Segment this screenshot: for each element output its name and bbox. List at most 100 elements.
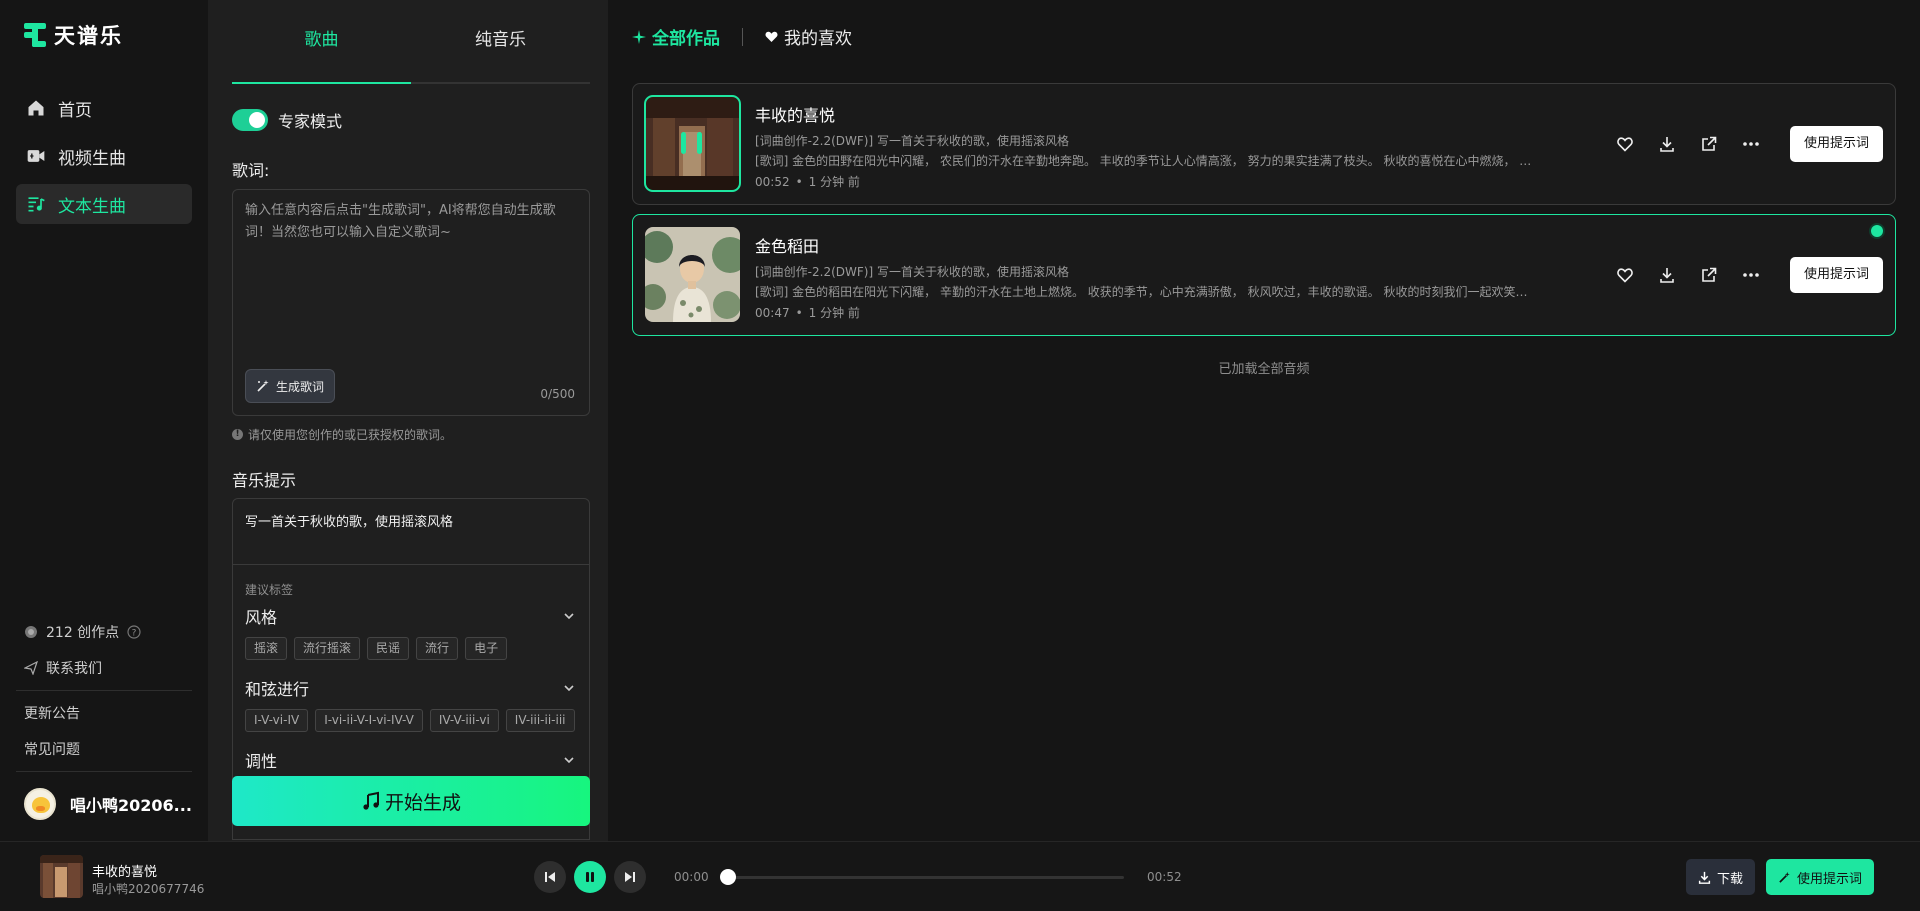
nav-item-label: 文本生曲 — [58, 196, 126, 217]
player-bar: 丰收的喜悦 唱小鸭2020677746 00:00 00:52 下载 使用提示词 — [0, 841, 1920, 911]
tag-chip[interactable]: 流行 — [416, 637, 459, 660]
song-card[interactable]: 金色稻田 [词曲创作-2.2(DWF)] 写一首关于秋收的歌，使用摇滚风格 [歌… — [632, 214, 1896, 336]
like-icon[interactable] — [1614, 264, 1636, 286]
divider — [16, 690, 192, 691]
skip-previous-icon — [545, 872, 555, 882]
song-created-ago: 1 分钟 前 — [808, 306, 860, 320]
tag-group-title: 和弦进行 — [245, 680, 310, 699]
more-icon[interactable] — [1740, 133, 1762, 155]
suggested-tags-title: 建议标签 — [245, 583, 294, 597]
use-prompt-button[interactable]: 使用提示词 — [1766, 859, 1875, 895]
song-lyrics-preview: [歌词] 金色的田野在阳光中闪耀， 农民们的汗水在辛勤地奔跑。 丰收的季节让人心… — [755, 154, 1535, 168]
music-note-icon — [363, 791, 379, 810]
tag-group-style[interactable]: 风格 — [245, 604, 575, 628]
pause-button[interactable] — [574, 861, 606, 893]
logo-icon — [24, 23, 46, 47]
use-prompt-button[interactable]: 使用提示词 — [1789, 257, 1883, 293]
song-title: 丰收的喜悦 — [755, 106, 836, 125]
download-icon[interactable] — [1656, 264, 1678, 286]
tag-group-chord-progression[interactable]: 和弦进行 — [245, 676, 575, 700]
share-icon[interactable] — [1698, 264, 1720, 286]
chevron-down-icon — [564, 757, 574, 764]
video-icon — [27, 150, 45, 162]
user-profile[interactable]: 唱小鸭20206... — [16, 776, 192, 832]
tag-chip[interactable]: 民谣 — [367, 637, 410, 660]
nav-item-text-to-music[interactable]: 文本生曲 — [16, 184, 192, 224]
tag-chip[interactable]: 流行摇滚 — [294, 637, 361, 660]
tag-chip[interactable]: I-vi-ii-V-I-vi-IV-V — [315, 709, 423, 732]
tag-chip[interactable]: 电子 — [465, 637, 508, 660]
sparkle-icon — [632, 29, 646, 44]
tab-label: 我的喜欢 — [784, 29, 852, 49]
lyrics-input[interactable] — [245, 200, 579, 360]
total-time: 00:52 — [1147, 870, 1182, 884]
tag-group-key[interactable]: 调性 — [245, 748, 575, 772]
nav-item-label: 首页 — [58, 100, 92, 121]
send-icon — [24, 661, 38, 675]
meta-separator: • — [795, 305, 803, 320]
style-tags: 摇滚 流行摇滚 民谣 流行 电子 — [245, 637, 508, 660]
song-cover[interactable] — [644, 95, 741, 192]
music-prompt-label: 音乐提示 — [232, 471, 297, 490]
tag-group-title: 风格 — [245, 608, 278, 627]
sidebar-footer: 212 创作点 ? 联系我们 更新公告 常见问题 唱小鸭20206... — [16, 614, 192, 832]
song-cover[interactable] — [645, 227, 740, 322]
contact-us-link[interactable]: 联系我们 — [16, 650, 192, 686]
tab-my-favorites[interactable]: 我的喜欢 — [765, 24, 852, 49]
contact-label: 联系我们 — [46, 661, 102, 677]
tab-song[interactable]: 歌曲 — [232, 0, 411, 84]
song-prompt: [词曲创作-2.2(DWF)] 写一首关于秋收的歌，使用摇滚风格 — [755, 265, 1069, 279]
song-created-ago: 1 分钟 前 — [808, 175, 860, 189]
chevron-down-icon — [564, 685, 574, 692]
song-meta: 00:47 • 1 分钟 前 — [755, 304, 860, 321]
download-icon[interactable] — [1656, 133, 1678, 155]
magic-wand-icon — [257, 380, 269, 392]
generate-lyrics-button[interactable]: 生成歌词 — [245, 369, 336, 403]
tag-chip[interactable]: IV-V-iii-vi — [429, 709, 499, 732]
loaded-all-notice: 已加载全部音频 — [1218, 362, 1310, 377]
cover-image — [645, 96, 740, 191]
more-icon[interactable] — [1740, 264, 1762, 286]
divider — [233, 564, 589, 565]
like-icon[interactable] — [1614, 133, 1636, 155]
app-name: 天谱乐 — [54, 24, 123, 48]
download-button[interactable]: 下载 — [1686, 859, 1756, 895]
progress-handle[interactable] — [720, 869, 736, 885]
chord-tags: I-V-vi-IV I-vi-ii-V-I-vi-IV-V IV-V-iii-v… — [245, 709, 575, 732]
announcements-link[interactable]: 更新公告 — [16, 695, 192, 731]
nav-item-home[interactable]: 首页 — [16, 88, 192, 128]
start-generate-button[interactable]: 开始生成 — [232, 776, 590, 826]
panel-tabs: 歌曲 纯音乐 — [232, 0, 590, 84]
notice-text: 请仅使用您创作的或已获授权的歌词。 — [248, 428, 453, 442]
faq-link[interactable]: 常见问题 — [16, 731, 192, 767]
share-icon[interactable] — [1698, 133, 1720, 155]
credits-row[interactable]: 212 创作点 ? — [16, 614, 192, 650]
tag-chip[interactable]: I-V-vi-IV — [245, 709, 309, 732]
meta-separator: • — [795, 174, 803, 189]
app-logo[interactable]: 天谱乐 — [24, 20, 123, 50]
tab-all-works[interactable]: 全部作品 — [632, 24, 720, 49]
next-button[interactable] — [614, 861, 646, 893]
previous-button[interactable] — [534, 861, 566, 893]
song-actions: 使用提示词 — [1614, 126, 1883, 162]
heart-icon — [765, 31, 778, 42]
tag-chip[interactable]: IV-iii-ii-iii — [505, 709, 575, 732]
progress-bar[interactable] — [727, 876, 1124, 879]
home-icon — [28, 100, 44, 116]
nav-item-label: 视频生曲 — [58, 148, 126, 169]
status-dot — [1871, 225, 1883, 237]
download-label: 下载 — [1717, 871, 1744, 887]
cover-image — [645, 227, 740, 322]
tab-instrumental[interactable]: 纯音乐 — [411, 0, 590, 82]
music-prompt-input[interactable]: 写一首关于秋收的歌，使用摇滚风格 — [245, 511, 453, 530]
player-cover[interactable] — [40, 855, 83, 898]
lyrics-label: 歌词: — [232, 161, 270, 180]
help-icon[interactable]: ? — [127, 625, 141, 639]
tag-chip[interactable]: 摇滚 — [245, 637, 288, 660]
works-area: 全部作品 我的喜欢 丰收的喜悦 [词曲创作-2.2(DWF)] 写一首关于秋收的… — [608, 0, 1920, 841]
expert-mode-toggle[interactable] — [232, 109, 268, 131]
magic-wand-icon — [1779, 871, 1790, 883]
use-prompt-button[interactable]: 使用提示词 — [1789, 126, 1883, 162]
song-card[interactable]: 丰收的喜悦 [词曲创作-2.2(DWF)] 写一首关于秋收的歌，使用摇滚风格 [… — [632, 83, 1896, 205]
nav-item-video-to-music[interactable]: 视频生曲 — [16, 136, 192, 176]
